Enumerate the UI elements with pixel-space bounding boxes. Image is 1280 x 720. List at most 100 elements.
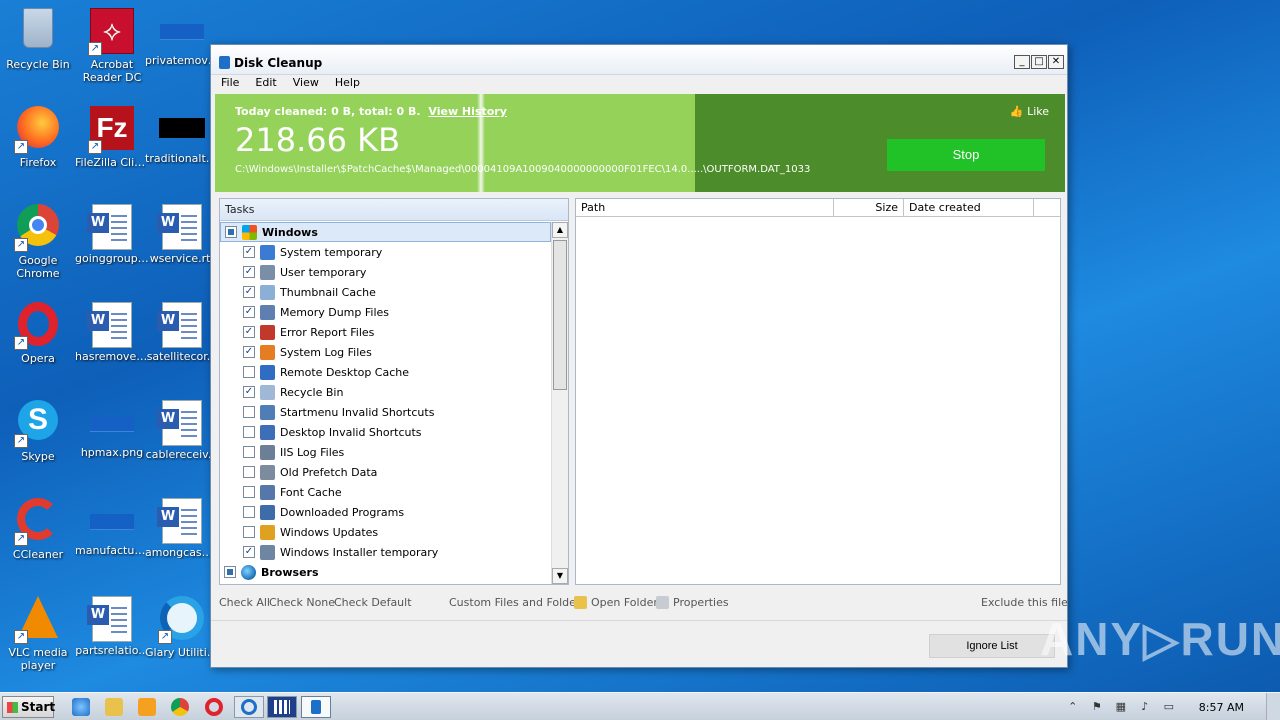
desktop-icon-chrome[interactable]: ↗ Google Chrome [0, 200, 76, 286]
menu-edit[interactable]: Edit [255, 75, 276, 93]
task-group[interactable]: Browsers [220, 562, 551, 582]
task-checkbox[interactable]: ✓ [243, 546, 255, 558]
battery-icon[interactable]: ▭ [1161, 699, 1177, 715]
task-item[interactable]: Windows Updates [220, 522, 551, 542]
show-desktop-button[interactable] [1266, 693, 1280, 720]
task-checkbox[interactable] [243, 426, 255, 438]
open-folder-link[interactable]: Open Folder [574, 596, 658, 609]
tasks-scrollbar[interactable]: ▲ ▼ [551, 222, 568, 584]
opera-taskbar-icon[interactable] [205, 698, 223, 716]
task-item[interactable]: Old Prefetch Data [220, 462, 551, 482]
task-item[interactable]: Startmenu Invalid Shortcuts [220, 402, 551, 422]
task-item[interactable]: ✓ Memory Dump Files [220, 302, 551, 322]
exclude-file-link[interactable]: Exclude this file [981, 596, 1068, 609]
taskbar-disk-cleanup[interactable] [301, 696, 331, 718]
task-item[interactable]: Desktop Invalid Shortcuts [220, 422, 551, 442]
task-checkbox[interactable] [243, 506, 255, 518]
desktop-icon-opera[interactable]: ↗ Opera [0, 298, 76, 384]
minimize-button[interactable]: _ [1014, 55, 1030, 69]
task-item[interactable]: Downloaded Programs [220, 502, 551, 522]
taskbar-app-2[interactable] [267, 696, 297, 718]
desktop-icon-amongcash[interactable]: W amongcash... [144, 494, 220, 580]
desktop-icon-hasremove[interactable]: W hasremove.rtf [74, 298, 150, 384]
task-item[interactable]: ✓ Thumbnail Cache [220, 282, 551, 302]
network-icon[interactable]: ▦ [1113, 699, 1129, 715]
volume-icon[interactable]: ♪ [1137, 699, 1153, 715]
desktop-icon-goinggroup[interactable]: W goinggroup.rtf [74, 200, 150, 286]
task-item[interactable]: ✓ System temporary [220, 242, 551, 262]
check-none-link[interactable]: Check None [269, 596, 335, 609]
task-group[interactable]: Windows [220, 222, 551, 242]
task-checkbox[interactable]: ✓ [243, 286, 255, 298]
start-button[interactable]: Start [2, 696, 55, 718]
desktop-icon-cablereceiv[interactable]: W cablereceiv... [144, 396, 220, 482]
task-item[interactable]: ✓ Windows Installer temporary [220, 542, 551, 562]
task-checkbox[interactable] [243, 486, 255, 498]
desktop-icon-traditionalth[interactable]: traditionalth... [144, 102, 220, 188]
task-item[interactable]: Font Cache [220, 482, 551, 502]
scroll-thumb[interactable] [553, 240, 567, 390]
custom-files-link[interactable]: Custom Files and Folders [449, 596, 586, 609]
task-checkbox[interactable]: ✓ [243, 266, 255, 278]
stop-button[interactable]: Stop [887, 139, 1045, 171]
clock[interactable]: 8:57 AM [1199, 701, 1244, 714]
task-checkbox[interactable]: ✓ [243, 346, 255, 358]
close-button[interactable]: ✕ [1048, 55, 1064, 69]
desktop-icon-firefox[interactable]: ↗ Firefox [0, 102, 76, 188]
task-item[interactable]: IIS Log Files [220, 442, 551, 462]
chrome-taskbar-icon[interactable] [171, 698, 189, 716]
menu-help[interactable]: Help [335, 75, 360, 93]
tray-expand-icon[interactable]: ⌃ [1065, 699, 1081, 715]
task-item[interactable]: ✓ Error Report Files [220, 322, 551, 342]
menu-file[interactable]: File [221, 75, 239, 93]
view-history-link[interactable]: View History [428, 105, 506, 118]
internet-explorer-icon[interactable] [72, 698, 90, 716]
desktop-icon-partsrelatio[interactable]: W partsrelatio... [74, 592, 150, 678]
desktop-icon-satellitecor[interactable]: W satellitecor... [144, 298, 220, 384]
task-checkbox[interactable]: ✓ [243, 306, 255, 318]
desktop-icon-privatemovi[interactable]: privatemovi... [144, 4, 220, 90]
task-checkbox[interactable]: ✓ [243, 386, 255, 398]
desktop-icon-recycle-bin[interactable]: Recycle Bin [0, 4, 76, 90]
desktop-icon-filezilla[interactable]: Fz ↗ FileZilla Client [74, 102, 150, 188]
task-checkbox[interactable] [243, 526, 255, 538]
desktop-icon-vlc[interactable]: ↗ VLC media player [0, 592, 76, 678]
action-center-flag-icon[interactable]: ⚑ [1089, 699, 1105, 715]
task-checkbox[interactable] [243, 466, 255, 478]
task-checkbox[interactable]: ✓ [243, 326, 255, 338]
task-item[interactable]: ✓ Recycle Bin [220, 382, 551, 402]
vlc-icon: ↗ [14, 596, 62, 644]
task-item[interactable]: Remote Desktop Cache [220, 362, 551, 382]
check-default-link[interactable]: Check Default [334, 596, 412, 609]
menu-view[interactable]: View [293, 75, 319, 93]
task-checkbox[interactable] [243, 446, 255, 458]
desktop-icon-ccleaner[interactable]: ↗ CCleaner [0, 494, 76, 580]
desktop-icon-manufacturi[interactable]: manufacturi... [74, 494, 150, 580]
like-button[interactable]: 👍 Like [1010, 105, 1049, 118]
column-date-created[interactable]: Date created [904, 199, 1034, 216]
column-path[interactable]: Path [576, 199, 834, 216]
desktop-icon-hpmax[interactable]: hpmax.png [74, 396, 150, 482]
scroll-down-icon[interactable]: ▼ [552, 568, 568, 584]
maximize-button[interactable]: □ [1031, 55, 1047, 69]
task-checkbox[interactable] [243, 366, 255, 378]
desktop-icon-acrobat[interactable]: ⟡ ↗ Acrobat Reader DC [74, 4, 150, 90]
group-checkbox[interactable] [225, 226, 237, 238]
scroll-up-icon[interactable]: ▲ [552, 222, 568, 238]
properties-link[interactable]: Properties [656, 596, 729, 609]
task-checkbox[interactable]: ✓ [243, 246, 255, 258]
task-checkbox[interactable] [243, 406, 255, 418]
task-item[interactable]: ✓ System Log Files [220, 342, 551, 362]
check-all-link[interactable]: Check All [219, 596, 270, 609]
desktop-icon-wservice[interactable]: W wservice.rtf [144, 200, 220, 286]
task-item[interactable]: ✓ User temporary [220, 262, 551, 282]
desktop-icon-glary[interactable]: ↗ Glary Utilities [144, 592, 220, 678]
explorer-folder-icon[interactable] [105, 698, 123, 716]
title-bar[interactable]: Disk Cleanup _ □ ✕ [211, 45, 1067, 75]
media-player-icon[interactable] [138, 698, 156, 716]
group-checkbox[interactable] [224, 566, 236, 578]
column-size[interactable]: Size [834, 199, 904, 216]
desktop-icon-skype[interactable]: S ↗ Skype [0, 396, 76, 482]
taskbar-glary[interactable] [234, 696, 264, 718]
ignore-list-button[interactable]: Ignore List [929, 634, 1055, 658]
